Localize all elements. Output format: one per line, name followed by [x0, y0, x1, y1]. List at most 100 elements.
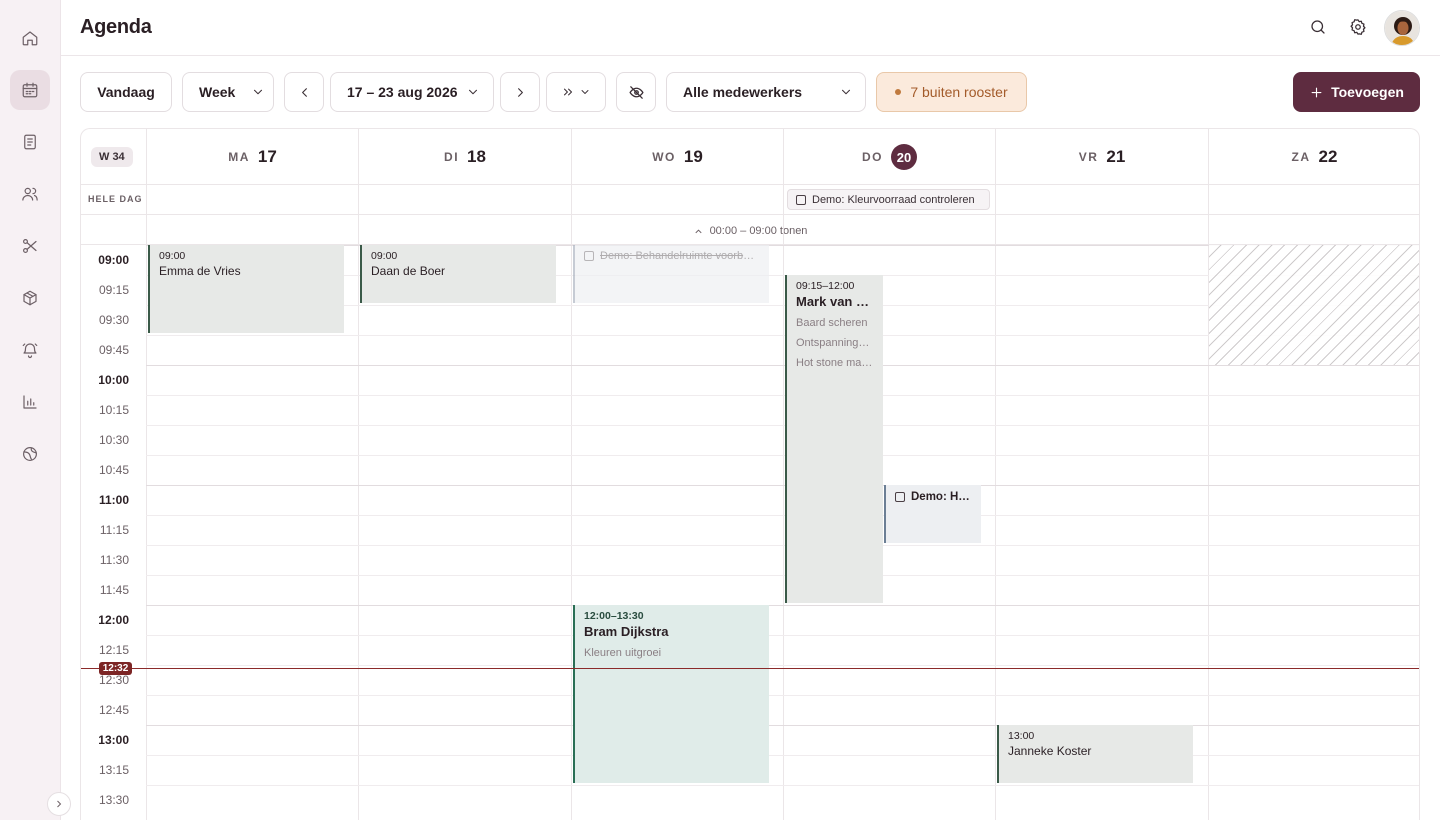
- nav-services[interactable]: [10, 226, 50, 266]
- scissors-icon: [23, 239, 37, 253]
- date-range-picker[interactable]: 17 – 23 aug 2026: [330, 72, 494, 112]
- time-label: 09:45: [98, 343, 129, 357]
- slot-line: [146, 365, 1419, 366]
- chart-icon: [23, 395, 37, 409]
- sidebar-expand-button[interactable]: [47, 792, 71, 816]
- chevron-up-icon: [694, 228, 702, 233]
- show-early-hours-toggle[interactable]: 00:00 – 09:00 tonen: [81, 216, 1419, 246]
- day-header-sat[interactable]: ZA 22: [1208, 129, 1419, 185]
- slot-line: [146, 605, 1419, 606]
- time-label: 09:00: [98, 253, 129, 267]
- day-header-thu[interactable]: DO 20: [783, 129, 995, 185]
- all-day-task[interactable]: Demo: Kleurvoorraad controleren: [787, 189, 990, 210]
- chevron-right-icon: [517, 87, 523, 97]
- users-icon: [22, 187, 38, 201]
- slot-line: [146, 515, 1419, 516]
- slot-line: [146, 785, 1419, 786]
- time-label: 12:30: [98, 673, 129, 687]
- today-button[interactable]: Vandaag: [80, 72, 172, 112]
- settings-button[interactable]: [1347, 16, 1369, 38]
- slot-line: [146, 695, 1419, 696]
- slot-line: [146, 725, 1419, 726]
- time-label: 13:30: [98, 793, 129, 807]
- chevron-left-icon: [301, 87, 307, 97]
- day-header-mon[interactable]: MA 17: [146, 129, 358, 185]
- next-week-button[interactable]: [500, 72, 540, 112]
- time-label: 09:30: [98, 313, 129, 327]
- slot-line: [146, 635, 1419, 636]
- avatar[interactable]: [1384, 10, 1420, 46]
- time-label: 11:45: [99, 583, 129, 597]
- header: Agenda: [61, 0, 1440, 56]
- current-time-badge: 12:32: [99, 662, 132, 675]
- outside-schedule-badge[interactable]: 7 buiten rooster: [876, 72, 1027, 112]
- staff-select[interactable]: Alle medewerkers: [666, 72, 866, 112]
- nav-reports[interactable]: [10, 382, 50, 422]
- jump-menu-button[interactable]: [546, 72, 606, 112]
- nav-home[interactable]: [10, 18, 50, 58]
- slot-line: [146, 425, 1419, 426]
- time-label: 09:15: [98, 283, 129, 297]
- chevron-down-icon: [254, 89, 263, 95]
- bell-icon: [22, 343, 38, 359]
- nav-clients[interactable]: [10, 174, 50, 214]
- view-select[interactable]: Week: [182, 72, 274, 112]
- appointment-janneke-koster[interactable]: 13:00 Janneke Koster: [997, 725, 1193, 783]
- time-label: 12:00: [98, 613, 129, 627]
- slot-line: [146, 455, 1419, 456]
- slot-line: [146, 545, 1419, 546]
- slot-line: [146, 485, 1419, 486]
- day-header-fri[interactable]: VR 21: [995, 129, 1208, 185]
- eye-off-icon: [628, 85, 644, 99]
- slot-line: [146, 665, 1419, 666]
- appointment-emma-de-vries[interactable]: 09:00 Emma de Vries: [148, 245, 344, 333]
- plus-icon: [1311, 87, 1322, 97]
- chevron-down-icon: [581, 90, 589, 94]
- chevron-right-icon: [57, 800, 62, 808]
- appointment-mark[interactable]: 09:15–12:00 Mark van den Berg Baard sche…: [785, 275, 883, 603]
- checked-checkbox-icon[interactable]: [584, 251, 594, 261]
- nav-web[interactable]: [10, 434, 50, 474]
- previous-week-button[interactable]: [284, 72, 324, 112]
- all-day-label: HELE DAG: [88, 194, 143, 204]
- day-header-wed[interactable]: WO 19: [571, 129, 783, 185]
- box-icon: [23, 290, 37, 306]
- nav-documents[interactable]: [10, 122, 50, 162]
- day-header-tue[interactable]: DI 18: [358, 129, 571, 185]
- time-label: 10:00: [98, 373, 129, 387]
- week-number: W 34: [91, 147, 133, 167]
- chevron-down-icon: [468, 89, 477, 95]
- unavailable-block: [1209, 245, 1419, 365]
- document-icon: [24, 134, 36, 150]
- chevron-down-icon: [841, 89, 851, 95]
- gear-icon: [1350, 19, 1366, 35]
- task-demo-thursday[interactable]: Demo: H…: [884, 485, 981, 543]
- slot-line: [146, 395, 1419, 396]
- sidebar: [0, 0, 71, 820]
- slot-line: [146, 575, 1419, 576]
- appointment-bram-dijkstra[interactable]: 12:00–13:30 Bram Dijkstra Kleuren uitgro…: [573, 605, 769, 783]
- nav-products[interactable]: [10, 278, 50, 318]
- home-icon: [22, 31, 38, 46]
- add-button[interactable]: Toevoegen: [1293, 72, 1420, 112]
- nav-notifications[interactable]: [10, 330, 50, 370]
- time-label: 11:00: [98, 493, 129, 507]
- nav-agenda[interactable]: [10, 70, 50, 110]
- checkbox-icon[interactable]: [796, 194, 806, 205]
- task-behandelruimte[interactable]: Demo: Behandelruimte voorbereiden: [573, 245, 769, 303]
- globe-icon: [23, 447, 37, 461]
- time-label: 11:30: [99, 553, 129, 567]
- warning-dot-icon: [895, 89, 902, 95]
- search-icon: [1311, 20, 1325, 34]
- double-chevron-right-icon: [563, 88, 573, 96]
- today-indicator: 20: [891, 144, 917, 170]
- hide-toggle-button[interactable]: [616, 72, 656, 112]
- week-calendar: W 34 MA 17 DI 18 WO 19 DO 20 VR 21 ZA 22 HELE …: [80, 128, 1420, 820]
- appointment-daan-de-boer[interactable]: 09:00 Daan de Boer: [360, 245, 556, 303]
- current-time-line: [81, 668, 1419, 669]
- time-label: 10:30: [98, 433, 129, 447]
- time-label: 11:15: [99, 523, 129, 537]
- checkbox-icon[interactable]: [895, 492, 905, 502]
- time-label: 12:45: [98, 703, 129, 717]
- search-button[interactable]: [1307, 16, 1329, 38]
